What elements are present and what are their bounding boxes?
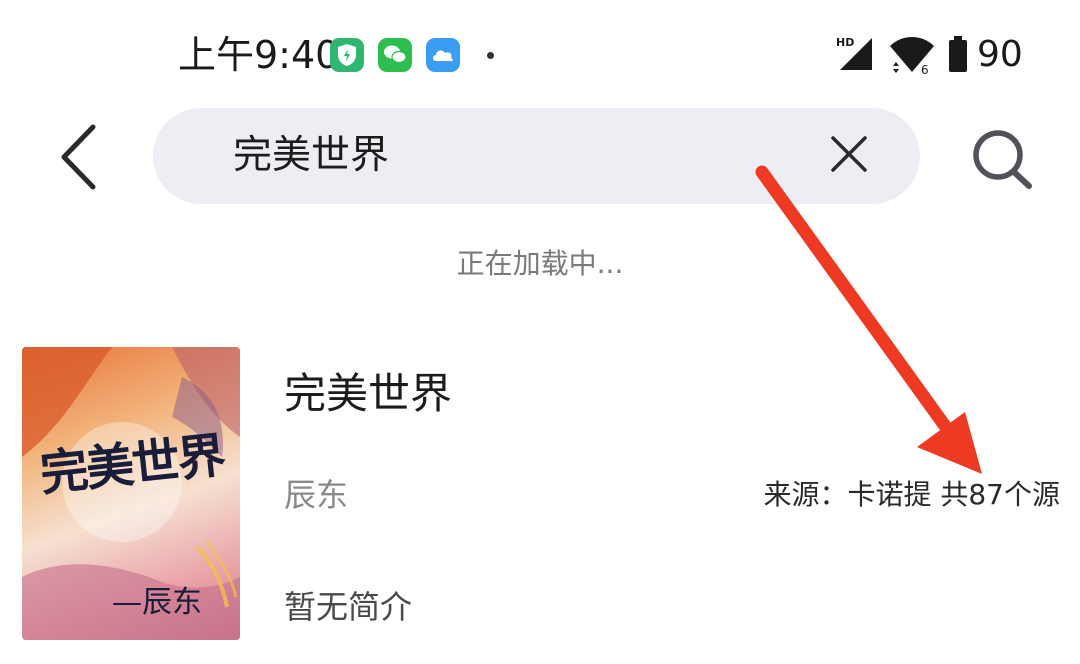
svg-text:6: 6 — [921, 63, 929, 76]
hd-signal-icon: HD — [836, 34, 876, 78]
wifi-icon: 6 — [888, 34, 936, 80]
status-time: 上午9:40 — [178, 33, 340, 77]
back-button[interactable] — [40, 118, 120, 198]
book-source[interactable]: 来源：卡诺提 共87个源 — [763, 474, 1060, 516]
search-button[interactable] — [962, 120, 1042, 200]
notification-dot — [487, 52, 494, 59]
battery-icon — [946, 34, 970, 78]
search-input[interactable] — [233, 130, 753, 182]
shield-app-icon — [330, 38, 364, 72]
book-author: 辰东 — [284, 476, 349, 514]
search-box[interactable] — [153, 108, 920, 204]
loading-text: 正在加载中... — [456, 247, 624, 280]
cloud-app-icon — [426, 38, 460, 72]
battery-level: 90 — [977, 34, 1023, 75]
svg-text:HD: HD — [836, 36, 854, 49]
search-results-screen: 上午9:40 HD 6 90 完美世界 正在加载中... 完美世界 —辰东 完美… — [0, 0, 1080, 664]
wechat-icon — [378, 38, 412, 72]
book-cover[interactable]: 完美世界 —辰东 — [22, 347, 240, 640]
book-intro: 暂无简介 — [284, 588, 413, 626]
cover-author: —辰东 — [112, 585, 202, 620]
search-result-item[interactable]: 完美世界 —辰东 完美世界 辰东 来源：卡诺提 共87个源 暂无简介 — [0, 330, 1080, 664]
book-title: 完美世界 — [284, 369, 453, 418]
close-icon — [831, 136, 867, 172]
status-bar: 上午9:40 HD 6 90 — [0, 0, 1080, 110]
clear-button[interactable] — [821, 128, 877, 184]
chevron-left-icon — [61, 124, 96, 190]
search-icon — [973, 130, 1032, 189]
